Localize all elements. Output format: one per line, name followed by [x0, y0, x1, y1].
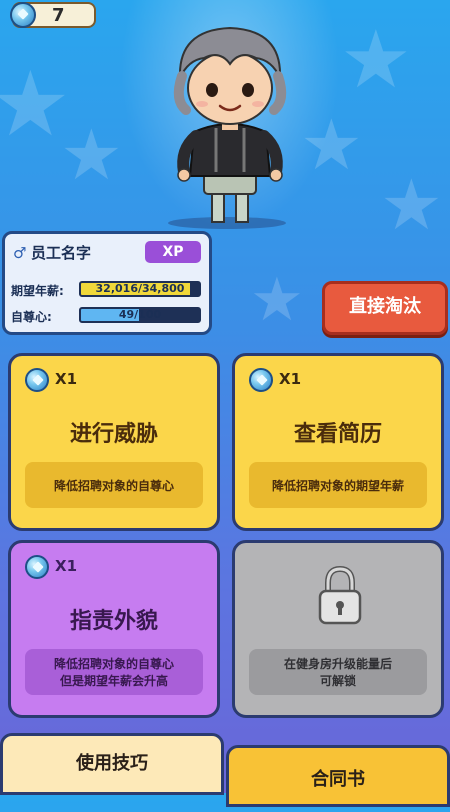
card-criticize-appearance[interactable]: X1 指责外貌 降低招聘对象的自尊心 但是期望年薪会升高	[8, 540, 220, 718]
xp-badge: XP	[145, 241, 201, 263]
esteem-bar: 49/100	[79, 307, 201, 323]
card-title: 指责外貌	[69, 609, 158, 634]
diamond-gem-icon	[25, 555, 49, 579]
eliminate-button[interactable]: 直接淘汰	[322, 281, 448, 335]
card-description-line: 降低招聘对象的期望年薪	[271, 478, 404, 493]
tab-use-skills[interactable]: 使用技巧	[0, 733, 224, 795]
card-description: 降低招聘对象的自尊心	[25, 462, 203, 508]
card-description: 在健身房升级能量后 可解锁	[249, 649, 427, 695]
gem-count: 7	[52, 5, 65, 26]
background-star: ★	[250, 265, 304, 335]
card-threaten[interactable]: X1 进行威胁 降低招聘对象的自尊心	[8, 353, 220, 531]
card-locked[interactable]: 在健身房升级能量后 可解锁	[232, 540, 444, 718]
card-description-line: 在健身房升级能量后	[283, 657, 392, 671]
tab-contract[interactable]: 合同书	[226, 745, 450, 807]
diamond-gem-icon	[25, 368, 49, 392]
card-description: 降低招聘对象的期望年薪	[249, 462, 427, 508]
card-description-line: 可解锁	[319, 674, 356, 688]
background-star: ★	[300, 104, 363, 186]
background-star: ★	[60, 114, 123, 196]
card-view-resume[interactable]: X1 查看简历 降低招聘对象的期望年薪	[232, 353, 444, 531]
employee-info-panel: ♂ 员工名字 XP 期望年薪: 32,016/34,800 自尊心: 49/10…	[2, 231, 212, 335]
salary-bar: 32,016/34,800	[79, 281, 201, 297]
diamond-gem-icon	[249, 368, 273, 392]
employee-character[interactable]	[160, 20, 300, 230]
card-description-line: 降低招聘对象的自尊心	[53, 478, 174, 493]
card-cost-multiplier: X1	[279, 370, 302, 388]
card-title: 进行威胁	[69, 422, 158, 447]
background-star: ★	[380, 164, 443, 246]
card-description: 降低招聘对象的自尊心 但是期望年薪会升高	[25, 649, 203, 695]
card-description-line: 降低招聘对象的自尊心	[53, 657, 174, 671]
diamond-gem-icon	[10, 2, 36, 28]
card-description-line: 但是期望年薪会升高	[59, 674, 168, 688]
card-title: 查看简历	[293, 422, 382, 447]
salary-value: 32,016/34,800	[95, 282, 185, 295]
male-gender-icon: ♂	[13, 244, 27, 262]
padlock-icon	[318, 565, 362, 625]
card-cost-multiplier: X1	[55, 370, 78, 388]
esteem-label: 自尊心:	[11, 310, 52, 324]
employee-name: 员工名字	[31, 244, 92, 262]
salary-label: 期望年薪:	[11, 284, 64, 298]
background-star: ★	[340, 13, 412, 106]
gem-counter: 7	[10, 2, 96, 28]
card-cost-multiplier: X1	[55, 557, 78, 575]
esteem-value: 49/100	[118, 308, 162, 321]
